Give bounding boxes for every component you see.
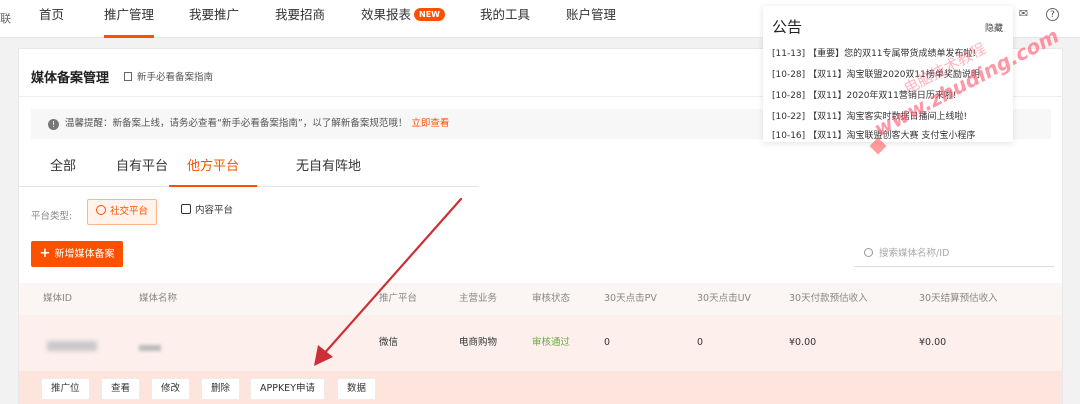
nav-item-tools[interactable]: 我的工具 — [480, 0, 530, 38]
data-button[interactable]: 数据 — [337, 378, 377, 400]
announcement-panel: 公告 隐藏 [11-13] 【重要】您的双11专属带货成绩单发布啦! [10-2… — [763, 6, 1013, 142]
cell-platform: 微信 — [379, 337, 399, 348]
th-pay-income: 30天付款预估收入 — [789, 293, 868, 304]
announcement-item[interactable]: [10-16] 【双11】淘宝联盟创客大赛 支付宝小程序 — [772, 128, 1007, 141]
announcement-title: 公告 — [772, 18, 803, 36]
cell-pay-income: ¥0.00 — [789, 337, 817, 348]
announcement-text: 【双11】淘宝联盟2020双11榜单奖励说明 — [808, 70, 980, 80]
edit-button[interactable]: 修改 — [151, 378, 191, 400]
cell-business: 电商购物 — [459, 337, 498, 348]
info-icon: ! — [48, 119, 59, 130]
add-media-filing-label: 新增媒体备案 — [54, 249, 115, 260]
nav-item-merchant[interactable]: 我要招商 — [275, 0, 325, 38]
tips-text: 温馨提醒：新备案上线，请务必查看“新手必看备案指南”，以了解新备案规范哦！ — [65, 118, 408, 129]
th-status: 审核状态 — [532, 293, 571, 304]
announcement-item[interactable]: [11-13] 【重要】您的双11专属带货成绩单发布啦! — [772, 46, 1007, 59]
redacted-media-name — [139, 345, 161, 351]
th-media-id: 媒体ID — [43, 293, 73, 304]
tips-view-link[interactable]: 立即查看 — [411, 118, 449, 129]
platform-type-content[interactable]: 内容平台 — [173, 199, 241, 225]
cell-pv: 0 — [604, 337, 611, 348]
tab-all[interactable]: 全部 — [50, 155, 76, 187]
platform-type-content-label: 内容平台 — [195, 205, 234, 216]
appkey-apply-button[interactable]: APPKEY申请 — [250, 378, 325, 400]
th-pv: 30天点击PV — [604, 293, 657, 304]
logo-stub: 联 — [0, 12, 11, 25]
nav-item-promote[interactable]: 我要推广 — [189, 0, 239, 38]
announcement-item[interactable]: [10-22] 【双11】淘宝客实时数据日播间上线啦! — [772, 109, 1007, 122]
tab-third-party-platform[interactable]: 他方平台 — [169, 155, 258, 187]
search-input[interactable]: 搜索媒体名称/ID — [854, 241, 1054, 267]
announcement-text: 【双11】2020年双11营销日历来啦! — [808, 91, 957, 101]
nav-item-promotion-mgmt[interactable]: 推广管理 — [104, 0, 155, 38]
announcement-text: 【重要】您的双11专属带货成绩单发布啦! — [808, 49, 977, 59]
delete-button[interactable]: 删除 — [201, 378, 241, 400]
announcement-date: [10-22] — [772, 112, 806, 122]
mail-icon[interactable]: ✉ — [1017, 8, 1030, 21]
cell-settle-income: ¥0.00 — [919, 337, 947, 348]
nav-item-account[interactable]: 账户管理 — [566, 0, 616, 38]
announcement-date: [10-28] — [772, 91, 806, 101]
view-button[interactable]: 查看 — [101, 378, 141, 400]
cell-uv: 0 — [697, 337, 704, 348]
announcement-hide-button[interactable]: 隐藏 — [985, 21, 1003, 34]
table-header: 媒体ID 媒体名称 推广平台 主营业务 审核状态 30天点击PV 30天点击UV… — [19, 283, 1062, 315]
announcement-text: 【双11】淘宝客实时数据日播间上线啦! — [808, 112, 968, 122]
nav-item-reports-label: 效果报表 — [361, 7, 412, 22]
chat-icon — [96, 205, 106, 215]
platform-type-social-label: 社交平台 — [110, 206, 149, 217]
page-root: 联 首页 推广管理 我要推广 我要招商 效果报表 NEW 我的工具 账户管理 ✉ … — [0, 0, 1080, 404]
plus-icon: + — [39, 246, 51, 261]
promotion-slot-button[interactable]: 推广位 — [41, 378, 90, 400]
help-icon[interactable]: ? — [1046, 8, 1059, 21]
platform-type-label: 平台类型: — [31, 211, 73, 222]
platform-type-social[interactable]: 社交平台 — [87, 199, 158, 225]
tab-no-own-position[interactable]: 无自有阵地 — [296, 155, 361, 187]
table-row: 微信 电商购物 审核通过 0 0 ¥0.00 ¥0.00 — [19, 315, 1062, 371]
cell-status: 审核通过 — [532, 337, 571, 348]
search-placeholder: 搜索媒体名称/ID — [879, 248, 950, 259]
nav-item-home[interactable]: 首页 — [39, 0, 64, 38]
th-business: 主营业务 — [459, 293, 498, 304]
announcement-item[interactable]: [10-28] 【双11】2020年双11营销日历来啦! — [772, 88, 1007, 101]
play-icon — [181, 204, 191, 214]
add-media-filing-button[interactable]: + 新增媒体备案 — [31, 241, 123, 267]
th-uv: 30天点击UV — [697, 293, 752, 304]
guide-link[interactable]: 新手必看备案指南 — [124, 69, 213, 83]
announcement-item[interactable]: [10-28] 【双11】淘宝联盟2020双11榜单奖励说明 — [772, 67, 1007, 80]
tab-own-platform[interactable]: 自有平台 — [116, 155, 168, 187]
th-platform: 推广平台 — [379, 293, 418, 304]
nav-item-reports[interactable]: 效果报表 NEW — [361, 0, 445, 38]
redacted-media-id — [47, 341, 97, 351]
announcement-date: [10-28] — [772, 70, 806, 80]
announcement-date: [11-13] — [772, 49, 806, 59]
announcement-date: [10-16] — [772, 131, 806, 141]
new-badge: NEW — [414, 8, 445, 21]
document-icon — [124, 72, 132, 81]
th-media-name: 媒体名称 — [139, 293, 178, 304]
guide-link-label: 新手必看备案指南 — [137, 72, 214, 83]
platform-tabs: 全部 自有平台 他方平台 无自有阵地 — [19, 147, 479, 187]
page-title: 媒体备案管理 — [31, 71, 110, 86]
th-settle-income: 30天结算预估收入 — [919, 293, 998, 304]
announcement-text: 【双11】淘宝联盟创客大赛 支付宝小程序 — [808, 131, 976, 141]
search-icon — [864, 248, 873, 257]
row-actions: 推广位 查看 修改 删除 APPKEY申请 数据 — [19, 371, 1062, 404]
